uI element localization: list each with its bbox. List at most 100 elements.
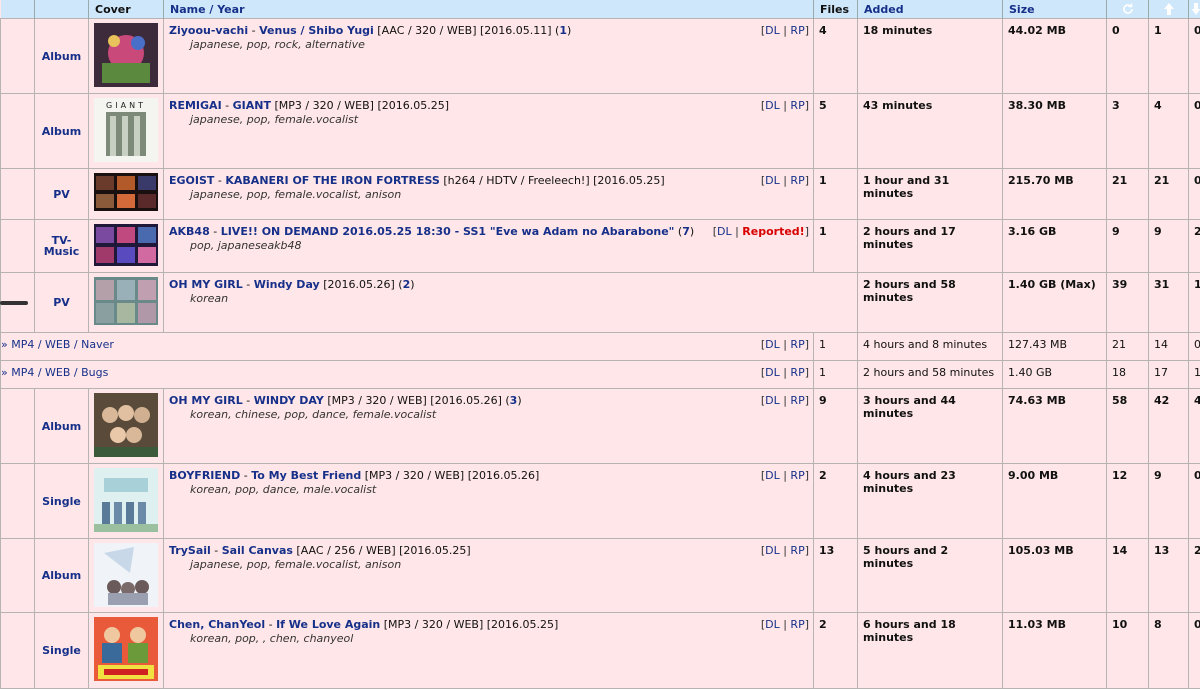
download-link[interactable]: DL [765,469,780,482]
tag-list[interactable]: japanese, pop, female.vocalist [169,113,809,126]
name-cell: Chen, ChanYeol - If We Love Again [MP3 /… [164,613,814,689]
cover-image[interactable]: GIANT [94,98,158,162]
report-link[interactable]: RP [790,366,804,379]
category-label[interactable]: PV [35,273,89,333]
cover-image[interactable] [94,617,158,681]
cover-image[interactable] [94,173,158,211]
artist-link[interactable]: TrySail [169,544,211,557]
category-label[interactable]: Album [35,539,89,613]
release-link[interactable]: Venus / Shibo Yugi [259,24,374,37]
category-label[interactable]: TV-Music [35,220,89,273]
arrow-up-icon[interactable] [1163,2,1175,16]
report-link[interactable]: RP [790,174,804,187]
release-link[interactable]: To My Best Friend [251,469,361,482]
table-row: Album GIANT REMIGAI - GIANT [MP3 / 320 /… [1,94,1200,169]
format-link[interactable]: » MP4 / WEB / Naver [1,338,114,351]
release-info: [MP3 / 320 / WEB] [2016.05.25] [271,99,449,112]
category-label[interactable]: Album [35,19,89,94]
download-link[interactable]: DL [765,99,780,112]
seeders-count: 14 [1149,333,1189,361]
report-link[interactable]: RP [790,338,804,351]
format-link[interactable]: » MP4 / WEB / Bugs [1,366,108,379]
download-link[interactable]: DL [765,338,780,351]
category-label[interactable]: PV [35,169,89,220]
release-link[interactable]: KABANERI OF THE IRON FORTRESS [225,174,439,187]
category-label[interactable]: Album [35,94,89,169]
tag-list[interactable]: japanese, pop, rock, alternative [169,38,809,51]
reported-link[interactable]: Reported! [742,225,804,238]
category-label[interactable]: Single [35,464,89,539]
artist-link[interactable]: BOYFRIEND [169,469,240,482]
category-label[interactable]: Album [35,389,89,464]
sort-size-link[interactable]: Size [1009,3,1035,16]
download-link[interactable]: DL [765,174,780,187]
artist-link[interactable]: REMIGAI [169,99,222,112]
report-link[interactable]: RP [790,99,804,112]
tag-list[interactable]: korean, pop, , chen, chanyeol [169,632,809,645]
group-count-link[interactable]: 1 [559,24,567,37]
tag-list[interactable]: japanese, pop, female.vocalist, anison [169,558,809,571]
leechers-count: 0 [1189,19,1200,94]
tag-list[interactable]: pop, japaneseakb48 [169,239,809,252]
drag-handle[interactable] [0,301,28,305]
cover-image[interactable] [94,468,158,532]
table-row: Album TrySail - Sail Canvas [AAC / 256 /… [1,539,1200,613]
release-info: [AAC / 256 / WEB] [2016.05.25] [293,544,471,557]
header-added[interactable]: Added [858,0,1003,19]
category-label[interactable]: Single [35,613,89,689]
report-link[interactable]: RP [790,394,804,407]
release-link[interactable]: GIANT [233,99,271,112]
artist-link[interactable]: Ziyoou-vachi [169,24,248,37]
artist-link[interactable]: Chen, ChanYeol [169,618,265,631]
sort-name-link[interactable]: Name / Year [170,3,245,16]
download-link[interactable]: DL [765,394,780,407]
download-link[interactable]: DL [717,225,732,238]
release-link[interactable]: Windy Day [254,278,320,291]
release-link[interactable]: If We Love Again [276,618,380,631]
report-link[interactable]: RP [790,544,804,557]
sort-added-link[interactable]: Added [864,3,904,16]
snatched-count: 0 [1107,19,1149,94]
artist-link[interactable]: OH MY GIRL [169,394,243,407]
tag-list[interactable]: korean [169,292,853,305]
tag-list[interactable]: japanese, pop, female.vocalist, anison [169,188,809,201]
cover-image[interactable] [94,393,158,457]
report-link[interactable]: RP [790,24,804,37]
table-row-group: PV OH MY GIRL - Windy Day [2016.05.26] (… [1,273,1200,333]
refresh-icon[interactable] [1121,2,1135,16]
cover-image[interactable] [94,23,158,87]
download-link[interactable]: DL [765,544,780,557]
artist-link[interactable]: OH MY GIRL [169,278,243,291]
size-value: 1.40 GB [1003,361,1107,389]
download-link[interactable]: DL [765,24,780,37]
report-link[interactable]: RP [790,618,804,631]
dl-rp-links: [DL | RP] [761,338,809,351]
tag-list[interactable]: korean, pop, dance, male.vocalist [169,483,809,496]
download-link[interactable]: DL [765,618,780,631]
cover-image[interactable] [94,224,158,266]
group-count-close: ) [410,278,414,291]
dl-rp-links: [DL | RP] [761,174,809,187]
header-seeders[interactable] [1149,0,1189,19]
artist-link[interactable]: EGOIST [169,174,214,187]
arrow-down-icon[interactable] [1191,2,1200,16]
release-link[interactable]: LIVE!! ON DEMAND 2016.05.25 18:30 - SS1 … [221,225,675,238]
dl-rp-links: [DL | RP] [761,366,809,379]
group-count-link[interactable]: 7 [682,225,690,238]
table-row: Album OH MY GIRL - WINDY DAY [MP3 / 320 … [1,389,1200,464]
snatched-count: 14 [1107,539,1149,613]
tag-list[interactable]: korean, chinese, pop, dance, female.voca… [169,408,809,421]
header-size[interactable]: Size [1003,0,1107,19]
release-link[interactable]: Sail Canvas [222,544,293,557]
cover-image[interactable] [94,277,158,325]
added-time: 2 hours and 58 minutes [858,273,1003,333]
header-snatched[interactable] [1107,0,1149,19]
cover-image[interactable] [94,543,158,607]
header-leechers[interactable] [1189,0,1200,19]
format-row: » MP4 / WEB / Naver [DL | RP] 1 4 hours … [1,333,1200,361]
release-link[interactable]: WINDY DAY [254,394,324,407]
download-link[interactable]: DL [765,366,780,379]
report-link[interactable]: RP [790,469,804,482]
header-name-year[interactable]: Name / Year [164,0,814,19]
artist-link[interactable]: AKB48 [169,225,210,238]
